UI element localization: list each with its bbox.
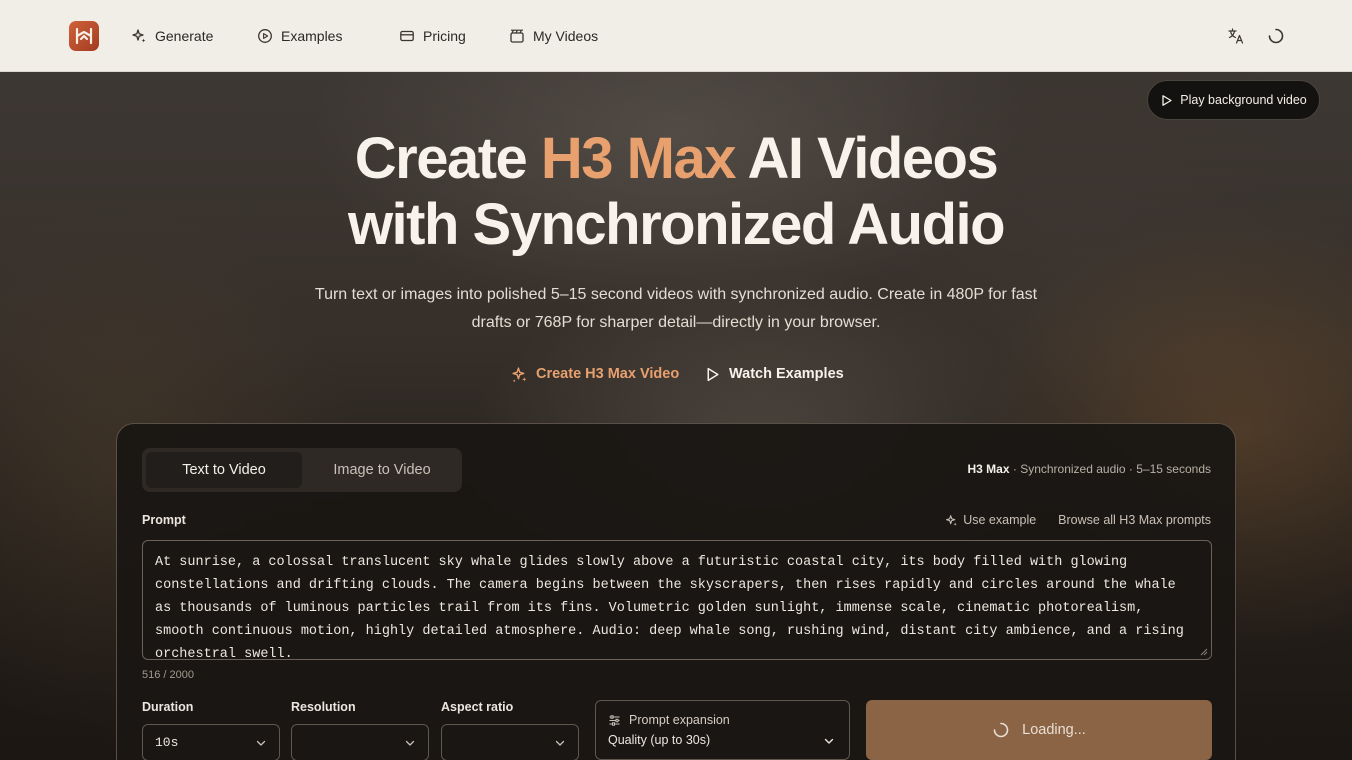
nav-generate[interactable]: Generate [131, 25, 213, 47]
create-video-label: Create H3 Max Video [536, 366, 680, 382]
loading-spinner-icon [1268, 28, 1284, 44]
prompt-label: Prompt [142, 513, 186, 527]
cta-row: Create H3 Max Video Watch Examples [0, 362, 1352, 386]
sparkles-icon [946, 514, 957, 526]
headline-line-2: with Synchronized Audio [347, 192, 1006, 257]
chevron-down-icon [405, 740, 415, 746]
headline-text-end: AI Videos [735, 126, 998, 191]
generate-button[interactable]: Loading... [866, 700, 1212, 760]
play-circle-icon [258, 29, 272, 43]
page-title: Create H3 Max AI Videos with Synchronize… [176, 126, 1176, 258]
nav-pricing-label: Pricing [423, 28, 466, 44]
prompt-textarea[interactable]: At sunrise, a colossal translucent sky w… [142, 540, 1212, 660]
sparkles-icon [132, 29, 146, 43]
nav-my-videos-label: My Videos [533, 28, 599, 44]
tab-text-to-video[interactable]: Text to Video [146, 452, 302, 488]
prompt-text: At sunrise, a colossal translucent sky w… [155, 555, 1184, 660]
chevron-down-icon [256, 740, 266, 746]
tab-image-to-video[interactable]: Image to Video [306, 452, 458, 488]
credit-card-icon [400, 30, 414, 42]
sparkles-icon [512, 366, 527, 382]
hero-subtitle: Turn text or images into polished 5–15 s… [314, 286, 1038, 331]
duration-select[interactable]: 10s [142, 724, 280, 760]
model-info: H3 Max · Synchronized audio · 5–15 secon… [968, 462, 1212, 476]
loading-spinner-icon [993, 722, 1009, 738]
watch-examples-link[interactable]: Watch Examples [704, 362, 844, 386]
use-example-button[interactable]: Use example [945, 513, 1036, 527]
play-background-label: Play background video [1180, 93, 1307, 107]
nav-examples-label: Examples [281, 28, 343, 44]
aspect-ratio-select[interactable] [441, 724, 579, 760]
headline-accent: H3 Max [540, 126, 737, 191]
logo-icon[interactable] [69, 21, 99, 51]
sliders-icon [609, 714, 620, 726]
resolution-select[interactable] [291, 724, 429, 760]
play-icon [707, 367, 719, 381]
chevron-down-icon [555, 740, 565, 746]
create-video-link[interactable]: Create H3 Max Video [511, 362, 679, 386]
headline-text: Create [354, 126, 541, 191]
video-library-icon [510, 29, 524, 43]
top-navigation-bar: Generate Examples Pricing My Videos [0, 0, 1352, 72]
prompt-expansion-label: Prompt expansion [629, 713, 730, 727]
generate-button-label: Loading... [1022, 722, 1086, 738]
use-example-label: Use example [963, 513, 1037, 527]
nav-generate-label: Generate [155, 28, 214, 44]
aspect-ratio-label: Aspect ratio [441, 700, 514, 714]
duration-label: Duration [142, 700, 194, 714]
nav-examples[interactable]: Examples [257, 25, 342, 47]
nav-my-videos[interactable]: My Videos [509, 25, 598, 47]
character-count: 516 / 2000 [142, 669, 194, 681]
watch-examples-label: Watch Examples [729, 366, 844, 382]
prompt-links: Use example Browse all H3 Max prompts [945, 513, 1211, 527]
duration-value: 10s [155, 735, 179, 750]
chevron-down-icon [824, 738, 834, 744]
prompt-expansion-header: Prompt expansion [608, 713, 730, 727]
prompt-expansion-value: Quality (up to 30s) [608, 733, 711, 747]
model-name: H3 Max [967, 462, 1010, 476]
video-generator-panel: Text to Video Image to Video H3 Max · Sy… [116, 423, 1236, 760]
resize-handle-icon[interactable] [1200, 648, 1208, 656]
play-background-video-button[interactable]: Play background video [1147, 80, 1320, 120]
resolution-label: Resolution [291, 700, 356, 714]
browse-prompts-link[interactable]: Browse all H3 Max prompts [1058, 513, 1211, 527]
mode-tabs: Text to Video Image to Video [142, 448, 462, 492]
play-icon [1162, 94, 1172, 106]
nav-pricing[interactable]: Pricing [399, 25, 466, 47]
prompt-expansion-select[interactable]: Prompt expansion Quality (up to 30s) [595, 700, 850, 760]
translate-icon[interactable] [1227, 27, 1245, 45]
model-details: · Synchronized audio · 5–15 seconds [1009, 462, 1211, 476]
